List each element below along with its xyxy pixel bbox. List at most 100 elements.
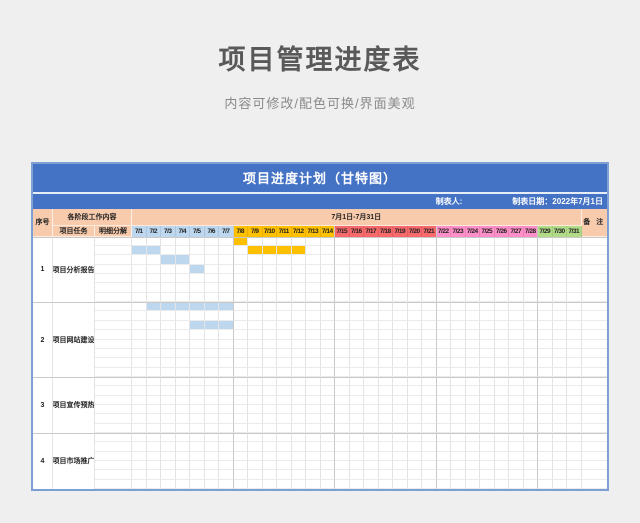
gantt-cell <box>219 376 234 387</box>
gantt-cell <box>465 348 480 359</box>
detail-cell <box>95 330 132 340</box>
gantt-cell <box>262 479 277 489</box>
detail-cell <box>95 376 132 387</box>
gantt-cell <box>349 358 364 368</box>
gantt-cell <box>219 367 234 377</box>
gantt-cell <box>538 395 553 405</box>
gantt-cell <box>451 460 466 471</box>
gantt-cell <box>277 348 292 359</box>
gantt-cell <box>364 423 379 433</box>
gantt-cell <box>132 292 147 303</box>
gantt-cell <box>422 367 437 377</box>
gantt-cell <box>262 330 277 340</box>
day-header-cell: 7/3 <box>161 225 176 237</box>
gantt-cell <box>436 423 451 433</box>
gantt-cell <box>204 442 219 452</box>
gantt-cell <box>175 470 190 480</box>
gantt-cell <box>146 479 161 489</box>
gantt-cell <box>248 470 263 480</box>
gantt-cell <box>175 442 190 452</box>
gantt-cell <box>378 348 393 359</box>
gantt-cell <box>494 376 509 387</box>
gantt-cell <box>320 339 335 349</box>
gantt-cell <box>523 479 538 489</box>
gantt-cell <box>567 283 582 293</box>
gantt-cell <box>219 395 234 405</box>
gantt-cell <box>161 274 176 284</box>
gantt-cell <box>233 451 248 461</box>
gantt-cell <box>465 470 480 480</box>
gantt-cell <box>161 451 176 461</box>
gantt-cell <box>364 348 379 359</box>
gantt-cell <box>291 246 306 256</box>
gantt-cell <box>248 292 263 303</box>
gantt-cell <box>393 330 408 340</box>
gantt-cell <box>248 236 263 247</box>
gantt-cell <box>132 404 147 415</box>
gantt-cell <box>219 479 234 489</box>
gantt-cell <box>538 274 553 284</box>
gantt-cell <box>320 320 335 331</box>
gantt-cell <box>262 367 277 377</box>
gantt-cell <box>480 404 495 415</box>
gantt-cell <box>219 348 234 359</box>
gantt-cell <box>422 283 437 293</box>
gantt-cell <box>320 358 335 368</box>
gantt-cell <box>567 358 582 368</box>
gantt-cell <box>552 236 567 247</box>
gantt-cell <box>480 264 495 275</box>
gantt-cell <box>190 236 205 247</box>
gantt-cell <box>436 348 451 359</box>
day-header-cell: 7/15 <box>335 225 350 237</box>
gantt-cell <box>509 376 524 387</box>
detail-cell <box>95 292 132 303</box>
day-header-cell: 7/29 <box>538 225 553 237</box>
gantt-cell <box>407 264 422 275</box>
gantt-cell <box>161 236 176 247</box>
gantt-cell <box>552 386 567 396</box>
gantt-cell <box>204 460 219 471</box>
gantt-cell <box>190 479 205 489</box>
day-header-cell: 7/5 <box>190 225 205 237</box>
gantt-cell <box>567 264 582 275</box>
gantt-cell <box>422 264 437 275</box>
gantt-cell <box>233 255 248 265</box>
gantt-cell <box>262 470 277 480</box>
day-header-cell: 7/16 <box>349 225 364 237</box>
gantt-cell <box>335 348 350 359</box>
remark-cell <box>581 292 607 303</box>
detail-cell <box>95 302 132 312</box>
gantt-cell <box>509 283 524 293</box>
gantt-cell <box>175 339 190 349</box>
gantt-cell <box>320 274 335 284</box>
remark-cell <box>581 348 607 359</box>
gantt-cell <box>233 320 248 331</box>
gantt-cell <box>349 395 364 405</box>
gantt-cell <box>146 367 161 377</box>
gantt-cell <box>364 451 379 461</box>
gantt-cell <box>233 414 248 424</box>
gantt-cell <box>132 311 147 321</box>
header-serial: 序号 <box>33 208 53 237</box>
gantt-cell <box>335 274 350 284</box>
gantt-cell <box>306 236 321 247</box>
gantt-cell <box>552 311 567 321</box>
gantt-cell <box>509 255 524 265</box>
gantt-cell <box>320 404 335 415</box>
gantt-cell <box>451 423 466 433</box>
gantt-cell <box>248 404 263 415</box>
gantt-cell <box>407 330 422 340</box>
gantt-cell <box>291 451 306 461</box>
remark-cell <box>581 395 607 405</box>
gantt-cell <box>204 292 219 303</box>
gantt-cell <box>364 404 379 415</box>
gantt-cell <box>335 311 350 321</box>
gantt-cell <box>161 246 176 256</box>
detail-cell <box>95 236 132 247</box>
gantt-cell <box>291 358 306 368</box>
gantt-cell <box>451 376 466 387</box>
header-detail: 明细分解 <box>95 225 132 237</box>
gantt-cell <box>509 451 524 461</box>
gantt-cell <box>393 470 408 480</box>
day-header-cell: 7/7 <box>219 225 234 237</box>
